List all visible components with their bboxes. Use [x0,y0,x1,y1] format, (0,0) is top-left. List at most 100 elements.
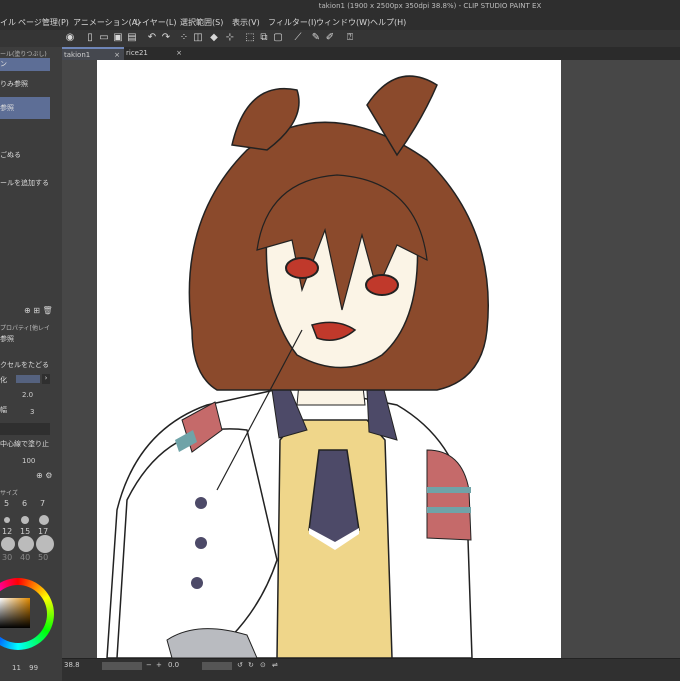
menu-page[interactable]: ページ管理(P) [18,17,69,28]
menu-filter[interactable]: フィルター(I) [268,17,316,28]
reset-icon[interactable]: ⊙ [260,661,266,669]
coat-button [195,537,207,549]
zoom-slider[interactable] [102,662,142,670]
brush-size-label[interactable]: 5 [4,499,9,508]
illustration [106,75,489,658]
brush-size-label[interactable]: 6 [22,499,27,508]
eye-left [285,257,319,279]
transform-icon[interactable]: ⊹ [224,32,236,44]
brush-dot[interactable] [1,537,15,551]
select-border-icon[interactable]: ▢ [272,32,284,44]
prop-follow-pixels[interactable]: クセルをたどる [0,360,50,370]
prop-value[interactable]: 2.0 [22,391,33,399]
add-subtool-link[interactable]: ールを追加する [0,178,50,188]
tab-label: takion1 [64,51,91,59]
rotate-slider[interactable] [202,662,232,670]
brush-dot[interactable] [4,517,10,523]
menu-window[interactable]: ウィンドウ(W) [316,17,370,28]
window-title: takion1 (1900 x 2500px 350dpi 38.8%) - C… [318,2,542,10]
menu-help[interactable]: ヘルプ(H) [370,17,406,28]
chevron-right-icon[interactable]: › [42,374,50,384]
eye-right [365,274,399,296]
menu-view[interactable]: 表示(V) [232,17,260,28]
stripe-right-teal [427,487,471,493]
left-panel: ール(塗りつぶし) ン りみ参照 参照 ごぬる ールを追加する ⊕ ⊞ 🗑 プロ… [0,47,62,680]
subtool-item[interactable] [0,122,50,144]
tool-palette-header: ール(塗りつぶし) [0,51,47,58]
canvas[interactable] [97,60,561,658]
save-icon[interactable]: ▣ [112,32,124,44]
brush-dot[interactable] [18,536,34,552]
pen-icon[interactable]: ✎ [310,32,322,44]
help-icon[interactable]: ⍰ [344,32,356,44]
status-bar: 38.8 − + 0.0 ↺ ↻ ⊙ ⇌ [62,658,680,681]
color-values: 11 99 [0,664,38,672]
brush-size-grid[interactable]: 5 6 7 12 15 17 30 40 50 [0,499,58,563]
settings-icon[interactable]: ⊕ ⚙ [36,471,52,480]
clear-icon[interactable]: ◫ [192,32,204,44]
flip-icon[interactable]: ⇌ [272,661,278,669]
fill-icon[interactable]: ◆ [208,32,220,44]
stripe-right [426,449,472,541]
coat-button [191,577,203,589]
undo-icon[interactable]: ↶ [146,32,158,44]
brush-size-label[interactable]: 7 [40,499,45,508]
command-bar: ◉ ▯ ▭ ▣ ▤ ↶ ↷ ⁘ ◫ ◆ ⊹ ⬚ ⧉ ▢ ⟋ ✎ ✐ ⍰ [0,30,680,48]
brush-dot[interactable] [39,515,49,525]
menu-file[interactable]: イル [0,17,16,28]
subtool-item[interactable]: ン [0,58,50,71]
prop-centerline-stop[interactable]: 中心線で塗り止まる [0,439,50,449]
prop-value[interactable]: 3 [30,408,34,416]
brush-dot[interactable] [36,535,54,553]
deselect-icon[interactable]: ⁘ [178,32,190,44]
tab-takion1[interactable]: takion1 × [62,47,124,60]
color-wheel[interactable] [0,578,58,668]
subtool-item[interactable]: りみ参照 [0,79,50,89]
menu-layer[interactable]: レイヤー(L) [134,17,176,28]
brush-size-label[interactable]: 12 [2,527,12,536]
menu-animation[interactable]: アニメーション(A) [73,17,140,28]
stripe-right-teal [427,507,471,513]
title-bar: takion1 (1900 x 2500px 350dpi 38.8%) - C… [0,0,680,14]
property-title: 参照 [0,335,14,343]
brush-size-label[interactable]: 40 [20,553,30,562]
menu-bar: イル ページ管理(P) アニメーション(A) レイヤー(L) 選択範囲(S) 表… [0,14,680,30]
export-icon[interactable]: ▤ [126,32,138,44]
subtool-item[interactable]: 参照 [0,97,50,119]
open-file-icon[interactable]: ▭ [98,32,110,44]
zoom-in-icon[interactable]: + [156,661,162,669]
rotate-right-icon[interactable]: ↻ [248,661,254,669]
select-tool-icon[interactable]: ⬚ [244,32,256,44]
brush-size-label[interactable]: 50 [38,553,48,562]
fill-mode-buttons[interactable] [0,423,50,435]
ruler-icon[interactable]: ⟋ [292,32,304,44]
zoom-value[interactable]: 38.8 [64,661,80,669]
brush-size-label[interactable]: 15 [20,527,30,536]
zoom-out-icon[interactable]: − [146,661,152,669]
angle-value[interactable]: 0.0 [168,661,179,669]
tab-rice21[interactable]: rice21 × [124,47,186,60]
pencil-icon[interactable]: ✐ [324,32,336,44]
brush-dot[interactable] [21,516,29,524]
redo-icon[interactable]: ↷ [160,32,172,44]
property-header: プロパティ[他レイヤー参 [0,325,50,332]
coat-button [195,497,207,509]
prop-slider[interactable] [16,375,40,383]
menu-selection[interactable]: 選択範囲(S) [180,17,223,28]
subtool-actions[interactable]: ⊕ ⊞ 🗑 [24,306,53,315]
eye-icon[interactable]: ◉ [64,32,76,44]
color-square[interactable] [0,598,30,628]
document-tabs: takion1 × rice21 × [62,47,680,60]
subtool-item[interactable]: ごぬる [0,150,50,160]
close-icon[interactable]: × [176,47,182,60]
prop-label: 幅 [0,406,7,414]
color-number: 99 [29,664,39,672]
brush-size-header: サイズ [0,490,18,497]
select-invert-icon[interactable]: ⧉ [258,32,270,44]
prop-value[interactable]: 100 [22,457,35,465]
brush-size-label[interactable]: 30 [2,553,12,562]
rotate-left-icon[interactable]: ↺ [237,661,243,669]
new-file-icon[interactable]: ▯ [84,32,96,44]
tab-label: rice21 [126,49,148,57]
color-number: 11 [12,664,21,672]
